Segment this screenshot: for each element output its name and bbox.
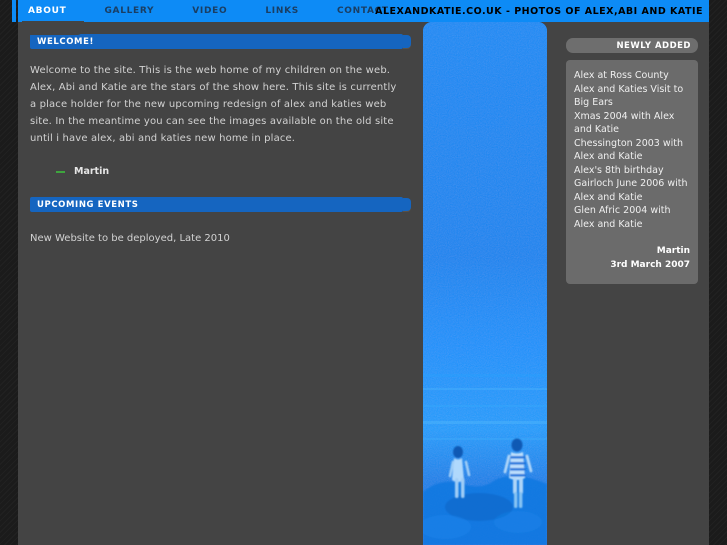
- signature-name: Martin: [74, 166, 110, 177]
- site-title: alexandkatie.co.uk - Photos of Alex,Abi …: [375, 5, 703, 17]
- nav-tab-label: About: [28, 6, 67, 16]
- sidebar: Newly Added Alex at Ross County Alex and…: [566, 38, 698, 284]
- welcome-signature: Martin: [56, 166, 423, 177]
- dash-icon: [56, 170, 65, 173]
- nav-tab-label: Video: [192, 6, 228, 16]
- events-text: New Website to be deployed, Late 2010: [30, 233, 230, 244]
- nav-tab-list: About Gallery Video Links Contact: [18, 0, 417, 22]
- list-item[interactable]: Alex and Katies Visit to Big Ears: [574, 83, 690, 110]
- events-panel-header: Upcoming Events: [30, 197, 411, 212]
- nav-tab-links[interactable]: Links: [255, 0, 309, 22]
- list-item[interactable]: Glen Afric 2004 with Alex and Katie: [574, 204, 690, 231]
- panel-header-notch: [403, 42, 411, 49]
- page-right-border: [709, 0, 727, 545]
- page-root: About Gallery Video Links Contact alexan…: [0, 0, 727, 545]
- sidebar-author: Martin: [656, 246, 690, 256]
- sidebar-date: 3rd March 2007: [610, 259, 690, 270]
- welcome-panel-header: Welcome!: [30, 34, 411, 49]
- newly-added-panel: Alex at Ross County Alex and Katies Visi…: [566, 60, 698, 284]
- page-left-border: [0, 0, 18, 545]
- list-item[interactable]: Alex's 8th birthday: [574, 164, 690, 178]
- nav-left-sliver: [12, 0, 16, 22]
- list-item[interactable]: Chessington 2003 with Alex and Katie: [574, 137, 690, 164]
- photo-strip: [423, 22, 547, 545]
- list-item[interactable]: Gairloch June 2006 with Alex and Katie: [574, 177, 690, 204]
- sidebar-footer: Martin 3rd March 2007: [574, 245, 690, 272]
- events-heading: Upcoming Events: [37, 199, 139, 210]
- list-item[interactable]: Xmas 2004 with Alex and Katie: [574, 110, 690, 137]
- top-navigation-bar: About Gallery Video Links Contact alexan…: [0, 0, 727, 22]
- sidebar-header: Newly Added: [566, 38, 698, 53]
- welcome-heading: Welcome!: [37, 36, 95, 47]
- active-tab-indicator: [22, 21, 84, 35]
- sidebar-heading: Newly Added: [616, 40, 691, 51]
- nav-tab-label: Gallery: [104, 6, 155, 16]
- nav-tab-about[interactable]: About: [18, 0, 76, 22]
- beach-photo-image: [423, 22, 547, 545]
- main-content-column: Welcome! Welcome to the site. This is th…: [18, 34, 423, 545]
- nav-tab-gallery[interactable]: Gallery: [94, 0, 164, 22]
- list-item[interactable]: Alex at Ross County: [574, 69, 690, 83]
- welcome-paragraph: Welcome to the site. This is the web hom…: [30, 65, 397, 144]
- panel-header-notch: [403, 205, 411, 212]
- nav-tab-label: Links: [265, 6, 299, 16]
- nav-tab-video[interactable]: Video: [182, 0, 237, 22]
